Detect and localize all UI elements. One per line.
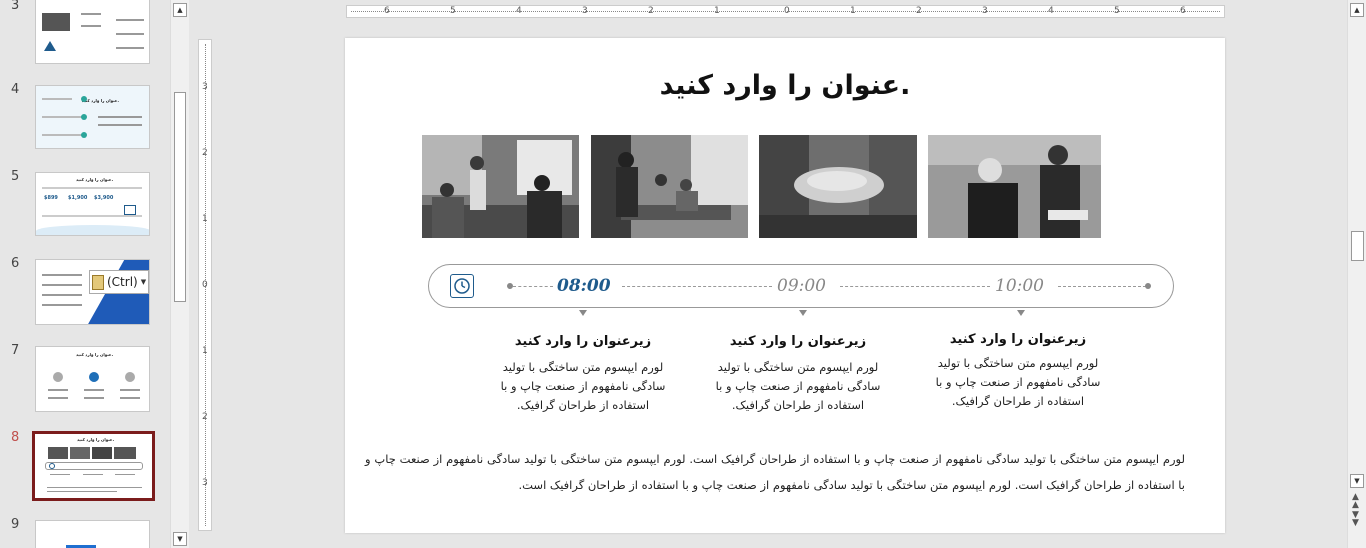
timeline-time-1: 08:00 [557,276,611,296]
column-heading: زیرعنوان را وارد کنید [949,332,1087,347]
slide-thumbnail-pane: 3 4 عنوان را وارد کنید. 5 عنوان را وارد … [0,0,170,548]
thumbnail-number: 7 [11,343,20,358]
column-body: لورم ایپسوم متن ساختگی با تولید سادگی نا… [500,360,666,412]
editor-scrollbar[interactable]: ▲ ▼ ▲ ▲ ▼ ▼ [1347,0,1366,548]
timeline-time-3: 10:00 [995,276,1044,296]
thumbnail-image [42,13,70,31]
slide-thumbnail-8[interactable]: عنوان را وارد کنید. [32,431,155,501]
column-heading: زیرعنوان را وارد کنید [729,334,867,349]
thumbnail-shape [44,41,56,51]
thumbnail-number: 4 [11,82,20,97]
slide-title[interactable]: عنوان را وارد کنید. [345,70,1225,101]
timeline-column-3[interactable]: زیرعنوان را وارد کنید لورم ایپسوم متن سا… [933,332,1103,411]
scroll-down-button[interactable]: ▼ [173,532,187,546]
thumbnail-price: $899 [44,195,58,201]
previous-slide-icon[interactable]: ▲ ▲ [1352,493,1359,510]
column-heading: زیرعنوان را وارد کنید [514,334,652,349]
thumbnail-title: عنوان را وارد کنید. [76,177,114,182]
scroll-down-button[interactable]: ▼ [1350,474,1364,488]
next-slide-icon[interactable]: ▼ ▼ [1352,511,1359,528]
horizontal-ruler[interactable]: 6 5 4 3 2 1 0 1 2 3 4 5 6 [346,5,1225,18]
body-paragraph[interactable]: لورم ایپسوم متن ساختگی با تولید سادگی نا… [365,446,1185,498]
thumbnail-number: 8 [11,430,20,445]
photo-presentation[interactable] [422,135,579,238]
scrollbar-thumb[interactable] [1351,231,1364,261]
thumbnail-number: 6 [11,256,20,271]
clock-icon [450,274,474,298]
slide-thumbnail-9[interactable] [35,520,150,548]
thumbnail-scrollbar[interactable]: ▲ ▼ [170,0,189,548]
timeline-bar[interactable]: 08:00 09:00 10:00 [428,264,1174,308]
column-body: لورم ایپسوم متن ساختگی با تولید سادگی نا… [715,360,881,412]
timeline-marker [579,310,587,316]
paste-options-button[interactable]: (Ctrl) ▼ [89,270,149,294]
photo-team-hands[interactable] [759,135,917,238]
timeline-column-2[interactable]: زیرعنوان را وارد کنید لورم ایپسوم متن سا… [713,334,883,415]
slide-thumbnail-7[interactable]: عنوان را وارد کنید. [35,346,150,412]
scroll-up-button[interactable]: ▲ [1350,3,1364,17]
vertical-ruler[interactable]: 3 2 1 0 1 2 3 [198,39,212,531]
scroll-up-button[interactable]: ▲ [173,3,187,17]
clipboard-icon [92,274,104,290]
thumbnail-title: عنوان را وارد کنید. [77,437,115,442]
thumbnail-title: عنوان را وارد کنید. [76,352,114,357]
thumbnail-title: عنوان را وارد کنید. [81,98,119,103]
slide-thumbnail-4[interactable]: عنوان را وارد کنید. [35,85,150,149]
column-body: لورم ایپسوم متن ساختگی با تولید سادگی نا… [935,356,1101,408]
timeline-time-2: 09:00 [777,276,826,296]
slide-thumbnail-3[interactable] [35,0,150,64]
photo-office-discussion[interactable] [928,135,1101,238]
thumbnail-number: 5 [11,169,20,184]
timeline-marker [1017,310,1025,316]
paste-options-label: (Ctrl) [107,275,138,289]
photo-meeting[interactable] [591,135,748,238]
thumbnail-number: 3 [11,0,20,13]
timeline-column-1[interactable]: زیرعنوان را وارد کنید لورم ایپسوم متن سا… [498,334,668,415]
thumbnail-price: $3,900 [94,195,114,201]
scrollbar-thumb[interactable] [174,92,186,302]
slide-thumbnail-5[interactable]: عنوان را وارد کنید. $899 $1,900 $3,900 [35,172,150,236]
thumbnail-price: $1,900 [68,195,88,201]
chevron-down-icon: ▼ [140,278,147,286]
slide-canvas[interactable]: عنوان را وارد کنید. 08:00 09:00 10:00 زی… [345,38,1225,533]
timeline-marker [799,310,807,316]
thumbnail-number: 9 [11,517,20,532]
